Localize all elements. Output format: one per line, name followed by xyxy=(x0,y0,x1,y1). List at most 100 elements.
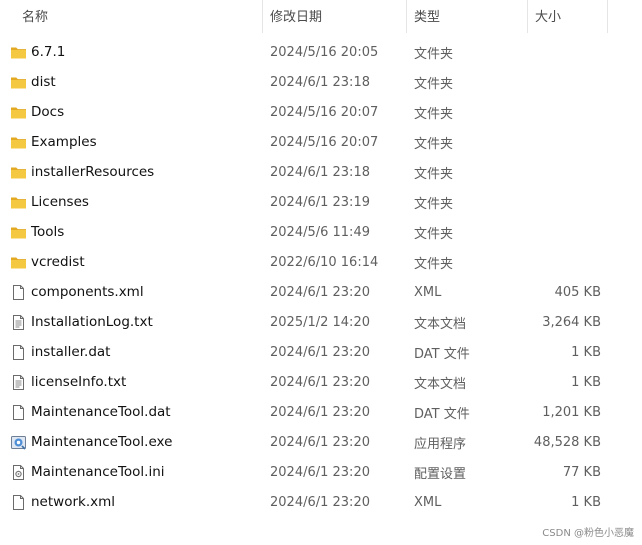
file-type: 文件夹 xyxy=(414,76,454,92)
file-name: installer.dat xyxy=(31,344,111,360)
file-icon xyxy=(10,284,27,301)
file-list: 6.7.1 2024/5/16 20:05 文件夹 dist 2024/6/1 23:1… xyxy=(0,37,642,517)
file-modified-date: 2024/5/16 20:07 xyxy=(270,134,379,150)
file-type: 应用程序 xyxy=(414,436,467,452)
file-name-cell[interactable]: InstallationLog.txt xyxy=(0,314,263,331)
column-header-size[interactable]: 大小 xyxy=(528,0,608,33)
file-name: components.xml xyxy=(31,284,144,300)
file-row-components-xml[interactable]: components.xml 2024/6/1 23:20 XML 405 KB xyxy=(0,277,642,307)
file-size: 1 KB xyxy=(571,344,601,360)
column-header-date[interactable]: 修改日期 xyxy=(263,0,407,33)
file-row-maintenancetool-ini[interactable]: MaintenanceTool.ini 2024/6/1 23:20 配置设置 77 … xyxy=(0,457,642,487)
file-row-installer-dat[interactable]: installer.dat 2024/6/1 23:20 DAT 文件 1 KB xyxy=(0,337,642,367)
file-name: dist xyxy=(31,74,56,90)
file-name-cell[interactable]: installerResources xyxy=(0,164,263,181)
file-modified-date: 2024/6/1 23:18 xyxy=(270,74,370,90)
folder-icon xyxy=(10,164,27,181)
file-modified-date: 2024/6/1 23:18 xyxy=(270,164,370,180)
file-name-cell[interactable]: licenseInfo.txt xyxy=(0,374,263,391)
watermark: CSDN @粉色小恶魔 xyxy=(542,528,634,539)
file-icon xyxy=(10,494,27,511)
file-row-network-xml[interactable]: network.xml 2024/6/1 23:20 XML 1 KB xyxy=(0,487,642,517)
file-type: XML xyxy=(414,494,442,510)
file-icon xyxy=(10,404,27,421)
file-name-cell[interactable]: components.xml xyxy=(0,284,263,301)
file-name: Examples xyxy=(31,134,97,150)
file-type: 文件夹 xyxy=(414,136,454,152)
file-modified-date: 2024/6/1 23:20 xyxy=(270,404,370,420)
column-header-filler xyxy=(608,0,642,33)
file-row-docs[interactable]: Docs 2024/5/16 20:07 文件夹 xyxy=(0,97,642,127)
file-row-maintenancetool-dat[interactable]: MaintenanceTool.dat 2024/6/1 23:20 DAT 文件 1… xyxy=(0,397,642,427)
file-modified-date: 2024/5/16 20:07 xyxy=(270,104,379,120)
file-name: MaintenanceTool.ini xyxy=(31,464,165,480)
file-name-cell[interactable]: MaintenanceTool.ini xyxy=(0,464,263,481)
file-name-cell[interactable]: MaintenanceTool.exe xyxy=(0,434,263,451)
file-type: 文件夹 xyxy=(414,196,454,212)
file-type: 文件夹 xyxy=(414,166,454,182)
file-name: MaintenanceTool.dat xyxy=(31,404,171,420)
file-modified-date: 2024/5/16 20:05 xyxy=(270,44,379,60)
folder-icon xyxy=(10,134,27,151)
file-row-licenses[interactable]: Licenses 2024/6/1 23:19 文件夹 xyxy=(0,187,642,217)
file-size: 3,264 KB xyxy=(542,314,601,330)
file-name: MaintenanceTool.exe xyxy=(31,434,173,450)
folder-icon xyxy=(10,224,27,241)
file-row-installationlog-txt[interactable]: InstallationLog.txt 2025/1/2 14:20 文本文档 3,2… xyxy=(0,307,642,337)
file-row-installerresources[interactable]: installerResources 2024/6/1 23:18 文件夹 xyxy=(0,157,642,187)
file-name-cell[interactable]: 6.7.1 xyxy=(0,44,263,61)
file-name-cell[interactable]: vcredist xyxy=(0,254,263,271)
file-size: 1 KB xyxy=(571,374,601,390)
file-row-licenseinfo-txt[interactable]: licenseInfo.txt 2024/6/1 23:20 文本文档 1 KB xyxy=(0,367,642,397)
file-row-vcredist[interactable]: vcredist 2022/6/10 16:14 文件夹 xyxy=(0,247,642,277)
file-modified-date: 2024/6/1 23:20 xyxy=(270,374,370,390)
file-name: Licenses xyxy=(31,194,89,210)
file-modified-date: 2024/6/1 23:20 xyxy=(270,434,370,450)
file-name-cell[interactable]: Docs xyxy=(0,104,263,121)
file-modified-date: 2024/6/1 23:20 xyxy=(270,464,370,480)
column-header-type[interactable]: 类型 xyxy=(407,0,528,33)
file-modified-date: 2024/6/1 23:19 xyxy=(270,194,370,210)
file-row-tools[interactable]: Tools 2024/5/6 11:49 文件夹 xyxy=(0,217,642,247)
file-type: 文件夹 xyxy=(414,46,454,62)
file-modified-date: 2024/6/1 23:20 xyxy=(270,344,370,360)
settings-file-icon xyxy=(10,464,27,481)
file-row-maintenancetool-exe[interactable]: MaintenanceTool.exe 2024/6/1 23:20 应用程序 48,… xyxy=(0,427,642,457)
file-icon xyxy=(10,344,27,361)
file-type: DAT 文件 xyxy=(414,406,470,422)
file-explorer-window: ^ 名称 修改日期 类型 大小 6.7.12024/5/16 20:05文件夹d… xyxy=(0,0,642,545)
app-icon xyxy=(10,434,27,451)
file-size: 1,201 KB xyxy=(542,404,601,420)
file-size: 1 KB xyxy=(571,494,601,510)
column-header-name-label: 名称 xyxy=(22,10,49,25)
file-name: vcredist xyxy=(31,254,85,270)
file-type: 配置设置 xyxy=(414,466,467,482)
column-header-size-label: 大小 xyxy=(535,10,562,25)
file-name: Docs xyxy=(31,104,65,120)
file-row-examples[interactable]: Examples 2024/5/16 20:07 文件夹 xyxy=(0,127,642,157)
column-header-name[interactable]: ^ 名称 xyxy=(0,0,263,33)
file-modified-date: 2024/5/6 11:49 xyxy=(270,224,370,240)
file-name-cell[interactable]: dist xyxy=(0,74,263,91)
file-type: DAT 文件 xyxy=(414,346,470,362)
sort-ascending-icon: ^ xyxy=(133,0,141,6)
file-row-dist[interactable]: dist 2024/6/1 23:18 文件夹 xyxy=(0,67,642,97)
file-modified-date: 2025/1/2 14:20 xyxy=(270,314,370,330)
file-size: 77 KB xyxy=(562,464,601,480)
file-row-6-7-1[interactable]: 6.7.1 2024/5/16 20:05 文件夹 xyxy=(0,37,642,67)
file-name-cell[interactable]: Licenses xyxy=(0,194,263,211)
folder-icon xyxy=(10,104,27,121)
file-name-cell[interactable]: MaintenanceTool.dat xyxy=(0,404,263,421)
file-name-cell[interactable]: network.xml xyxy=(0,494,263,511)
file-type: 文件夹 xyxy=(414,226,454,242)
column-header-row: ^ 名称 修改日期 类型 大小 xyxy=(0,0,642,33)
file-name-cell[interactable]: installer.dat xyxy=(0,344,263,361)
file-size: 48,528 KB xyxy=(533,434,601,450)
file-name: Tools xyxy=(31,224,65,240)
file-type: XML xyxy=(414,284,442,300)
file-modified-date: 2024/6/1 23:20 xyxy=(270,284,370,300)
file-name-cell[interactable]: Tools xyxy=(0,224,263,241)
file-name-cell[interactable]: Examples xyxy=(0,134,263,151)
folder-icon xyxy=(10,254,27,271)
column-header-date-label: 修改日期 xyxy=(270,10,323,25)
